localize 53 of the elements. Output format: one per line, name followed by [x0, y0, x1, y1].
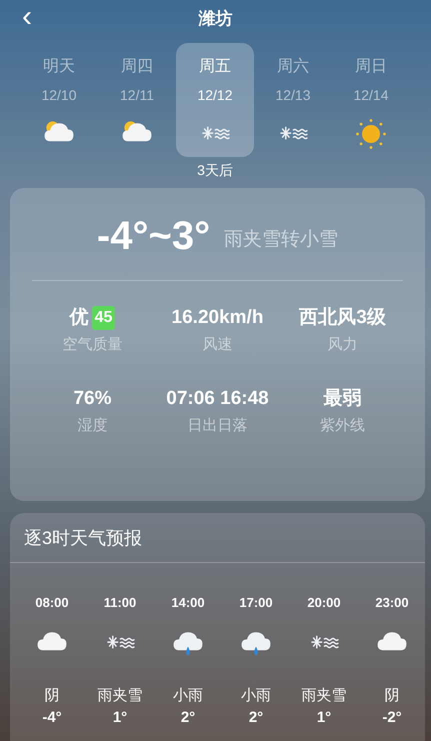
day-name: 明天: [43, 57, 75, 77]
section-title: 逐3时天气预报: [23, 527, 144, 550]
hour-time: 23:00: [375, 594, 409, 612]
day-date: 12/11: [120, 86, 154, 105]
day-date: 12/13: [275, 86, 311, 105]
hour-time: 14:00: [171, 594, 205, 612]
stat-value: 最弱: [324, 386, 362, 410]
stat-value: 西北风3级: [299, 306, 386, 330]
stat-label: 风速: [202, 335, 232, 355]
day-name: 周四: [121, 57, 153, 77]
day-tab[interactable]: 周六 12/13: [254, 43, 332, 157]
stat-value: 07:06 16:48: [166, 386, 269, 410]
hour-condition: 小雨: [173, 686, 203, 706]
day-name: 周日: [355, 57, 387, 77]
day-date: 12/10: [41, 86, 77, 105]
stat-value: 16.20km/h: [172, 306, 264, 330]
sun-icon: [353, 116, 389, 152]
stat-value: 76%: [73, 386, 112, 410]
hour-time: 17:00: [239, 594, 273, 612]
day-tab[interactable]: 周四 12/11: [98, 43, 176, 157]
relative-day: 3天后: [197, 160, 233, 181]
stat-label: 湿度: [78, 416, 108, 436]
day-tab[interactable]: 周五 12/12: [176, 43, 254, 157]
back-button[interactable]: ‹: [18, 2, 36, 32]
hour-time: 08:00: [35, 594, 69, 612]
hour-temperature: -4°: [42, 708, 62, 728]
hour-time: 11:00: [104, 594, 136, 612]
day-name: 周六: [277, 56, 309, 77]
day-name: 周五: [199, 57, 231, 77]
hour-condition: 雨夹雪: [98, 686, 142, 706]
day-date: 12/12: [197, 86, 233, 105]
day-tab[interactable]: 明天 12/10: [20, 43, 98, 157]
stat-value: 优: [70, 306, 89, 330]
stat-label: 紫外线: [320, 416, 365, 436]
city-title: 潍坊: [198, 9, 232, 28]
hour-condition: 小雨: [241, 686, 271, 706]
stat-label: 空气质量: [62, 335, 122, 355]
hour-temperature: -2°: [382, 708, 402, 728]
weather-condition: 雨夹雪转小雪: [224, 228, 338, 252]
stat-label: 日出日落: [188, 416, 248, 436]
hour-time: 20:00: [307, 594, 341, 612]
hour-temperature: 2°: [180, 708, 196, 728]
aqi-badge: 45: [92, 306, 116, 330]
hour-temperature: 2°: [248, 708, 264, 728]
hour-condition: 阴: [384, 686, 400, 706]
hour-temperature: 1°: [112, 708, 128, 728]
day-date: 12/14: [353, 86, 389, 105]
stat-label: 风力: [328, 335, 358, 355]
temperature-range: -4°~3°: [96, 216, 210, 256]
hour-condition: 雨夹雪: [302, 686, 346, 706]
day-tab[interactable]: 周日 12/14: [332, 43, 410, 157]
hour-condition: 阴: [44, 686, 60, 706]
hour-temperature: 1°: [316, 708, 332, 728]
